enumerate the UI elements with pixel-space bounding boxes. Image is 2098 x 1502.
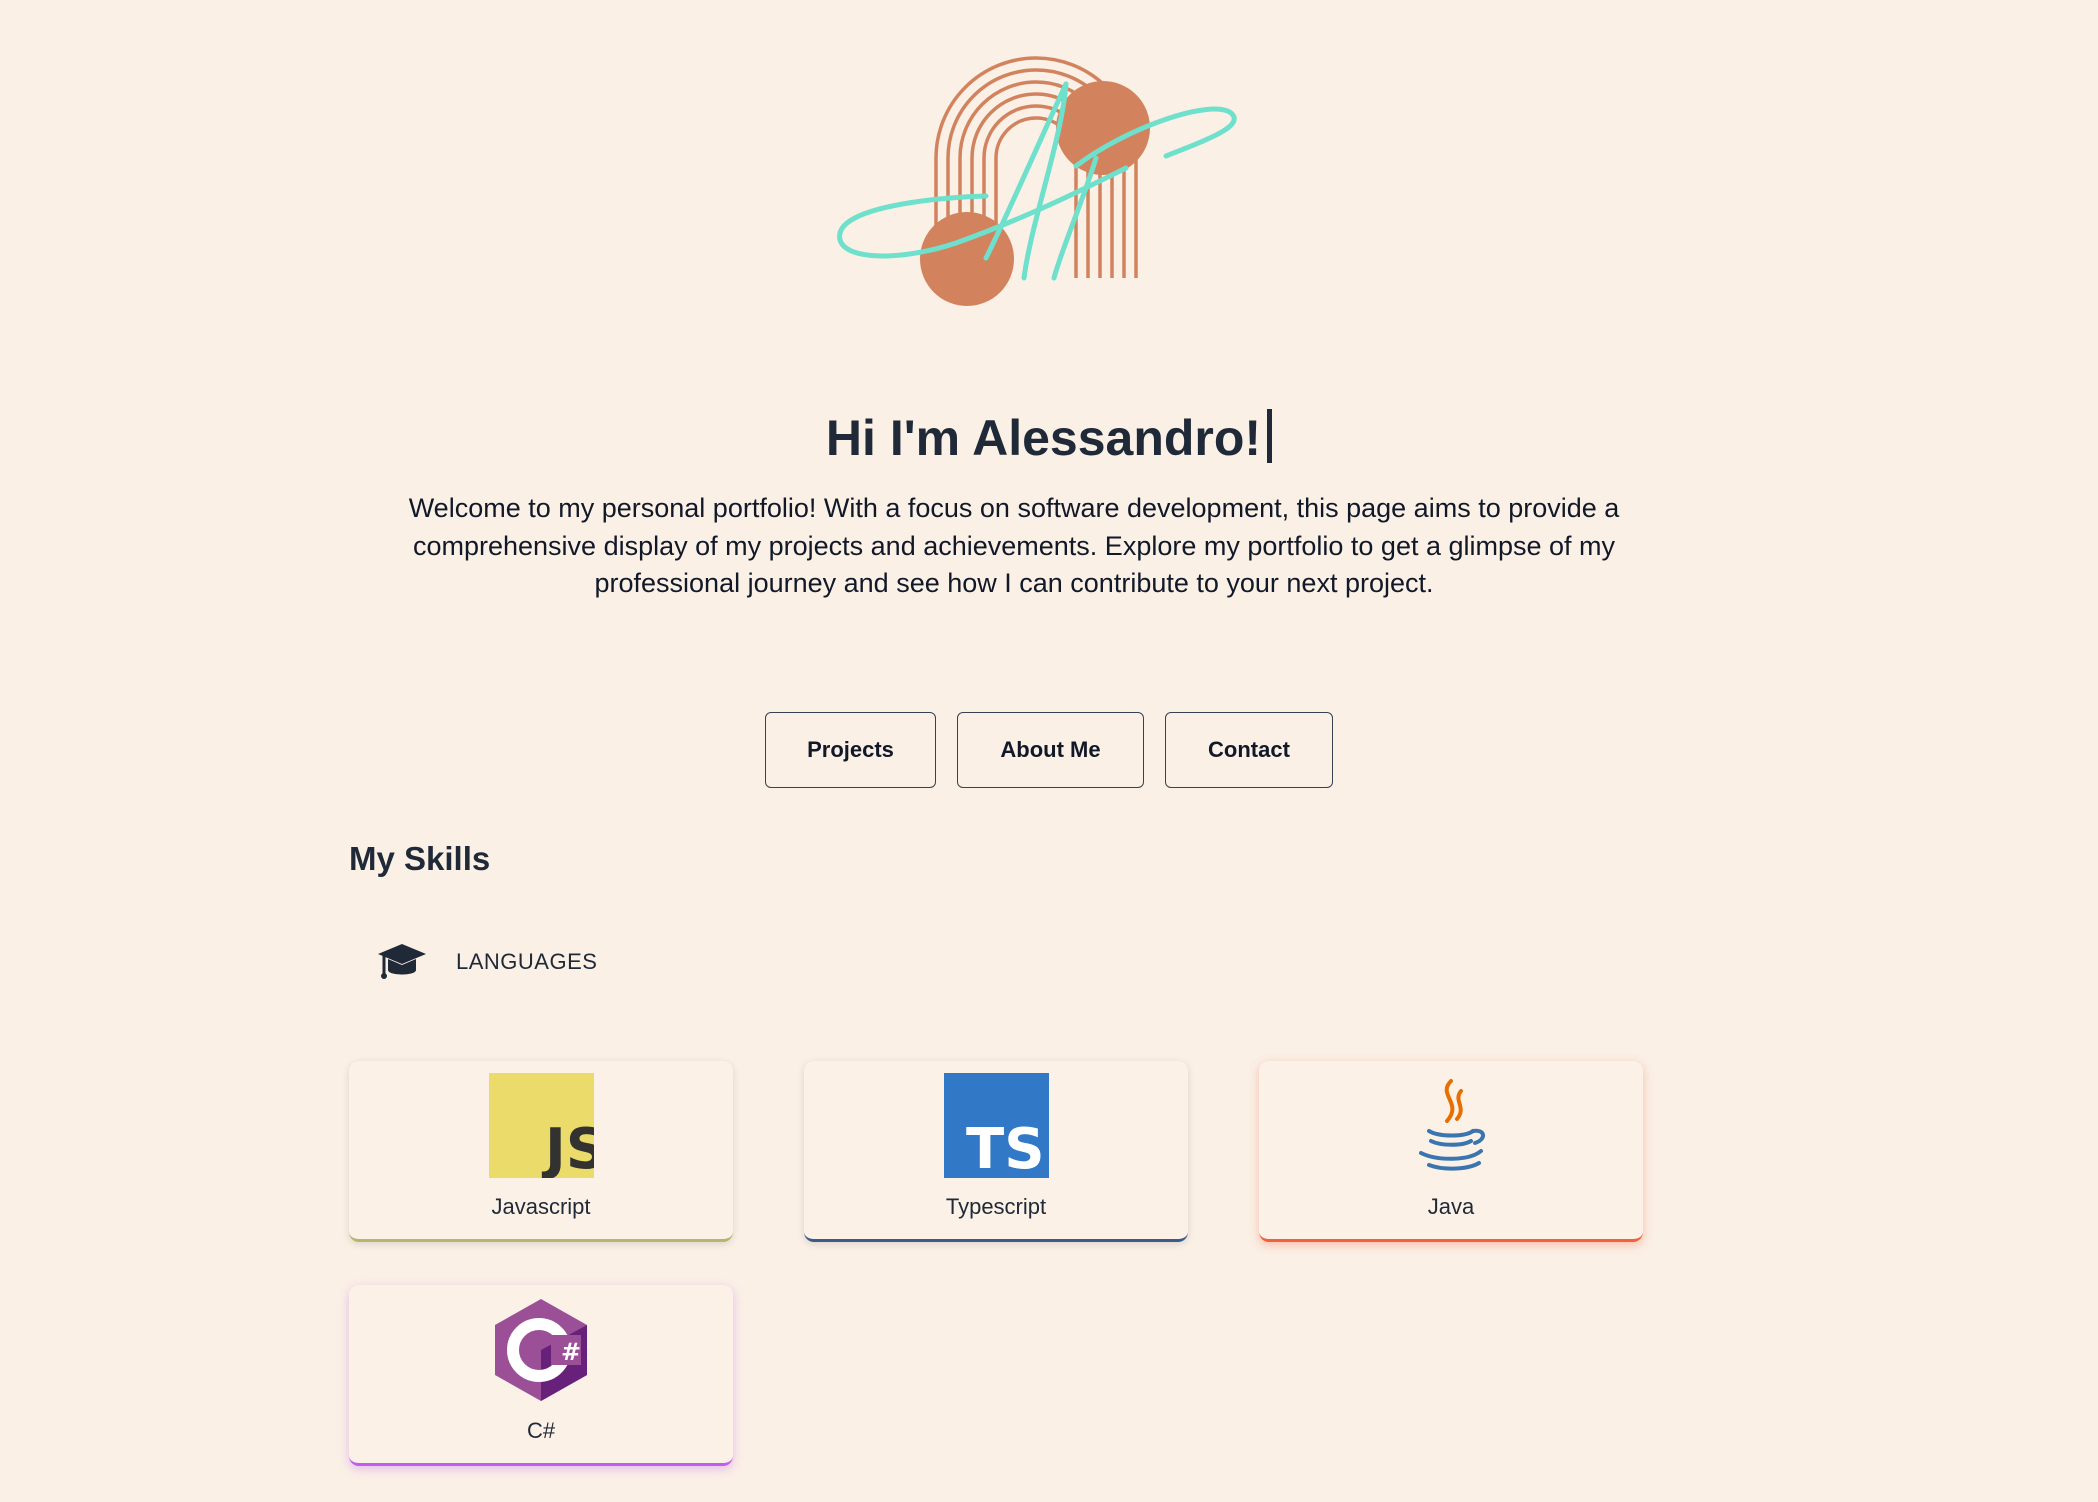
about-me-button[interactable]: About Me [957,712,1144,788]
javascript-logo-icon: JS [488,1073,594,1178]
skill-card-csharp[interactable]: # C# [349,1285,733,1466]
java-logo-icon [1399,1073,1504,1178]
skills-title: My Skills [349,840,491,877]
hero-title-text: Hi I'm Alessandro! [825,410,1262,466]
typing-cursor [1267,409,1273,463]
contact-button[interactable]: Contact [1165,712,1333,788]
typescript-logo-text: TS [966,1117,1045,1178]
skill-label: Java [1427,1194,1475,1219]
skill-label: Typescript [945,1194,1047,1219]
projects-button[interactable]: Projects [765,712,936,788]
skill-label: Javascript [491,1194,591,1219]
logo-monogram [837,56,1237,306]
csharp-logo-icon: # [489,1297,594,1402]
typescript-logo-icon: TS [943,1073,1049,1178]
nav-buttons: Projects About Me Contact [0,712,2098,788]
category-label: LANGUAGES [456,949,598,974]
skill-card-javascript[interactable]: JS Javascript [349,1061,733,1242]
intro-paragraph: Welcome to my personal portfolio! With a… [408,493,1620,598]
svg-text:#: # [561,1338,581,1366]
hero-title: Hi I'm Alessandro! [0,402,2098,474]
portfolio-page: Hi I'm Alessandro! Welcome to my persona… [0,0,2098,1502]
category-languages: LANGUAGES [376,940,597,984]
skill-card-java[interactable]: Java [1259,1061,1643,1242]
skill-label: C# [526,1418,556,1443]
skill-card-typescript[interactable]: TS Typescript [804,1061,1188,1242]
javascript-logo-text: JS [541,1117,594,1178]
graduation-cap-icon [378,944,426,979]
